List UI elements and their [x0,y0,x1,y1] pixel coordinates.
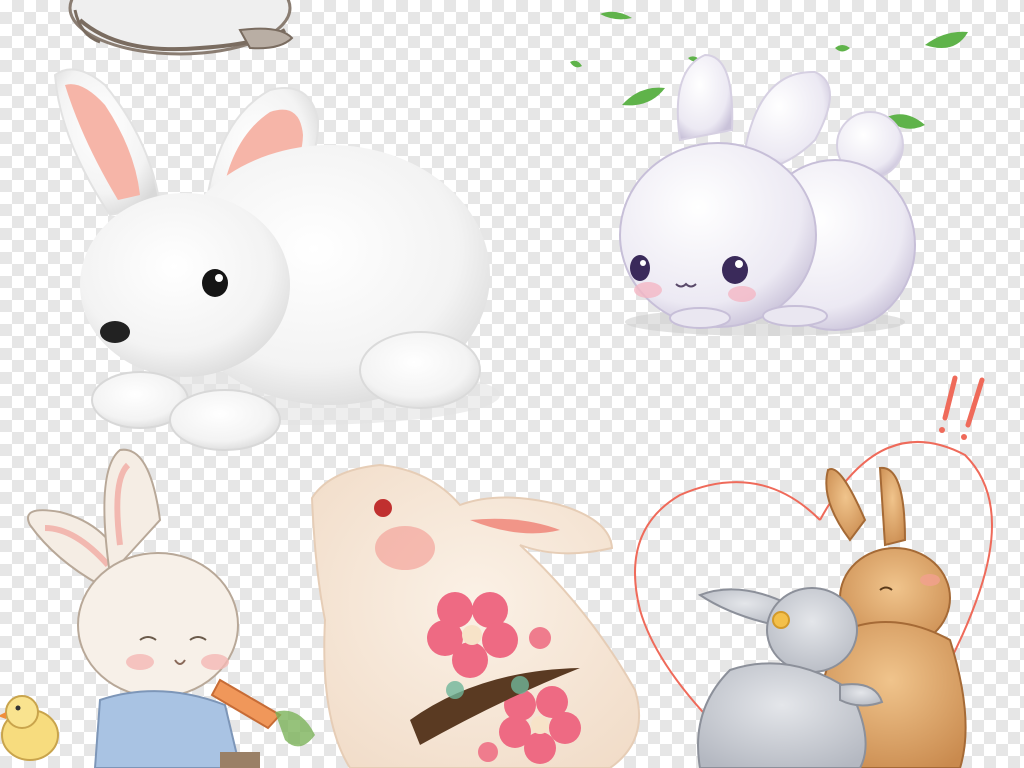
chick-figure [0,695,59,761]
fluffy-white-rabbit [53,68,500,451]
kawaii-rabbit [619,53,916,336]
exclamation-marks [942,375,985,428]
partial-rabbit-top-left [68,0,294,56]
rabbit-in-overalls [27,448,315,768]
floral-paper-rabbit [310,463,641,768]
collage-artwork [0,0,993,768]
